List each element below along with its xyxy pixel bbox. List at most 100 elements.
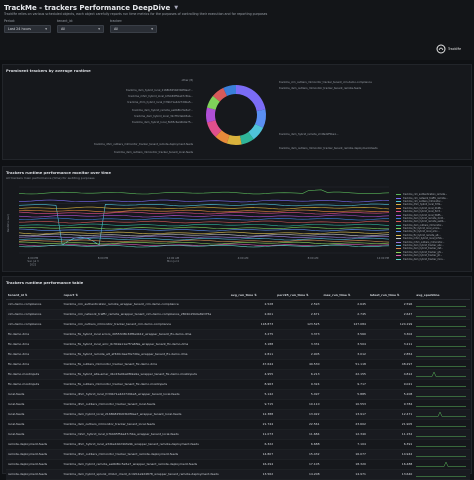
sparkline <box>416 385 467 387</box>
legend-swatch <box>396 228 401 230</box>
series-line[interactable] <box>18 209 390 213</box>
trackme-logo-icon <box>436 44 446 54</box>
table-row[interactable]: fix-demo-mostinputs trackme_fix_outliers_… <box>6 379 470 390</box>
runtime-cell: 10.553 <box>321 399 368 410</box>
series-line[interactable] <box>18 226 389 230</box>
column-header[interactable]: tenant_id ⇅ <box>6 291 62 300</box>
runtime-cell: 3.012 <box>321 349 368 360</box>
table-row[interactable]: cim-demo-compliance trackme_cim_network_t… <box>6 309 470 320</box>
table-row[interactable]: fix-demo-dma trackme_fix_hybrid_local err… <box>6 329 470 340</box>
report-cell: trackme_dhm_outliers_mlmonitor_tracker_t… <box>61 449 229 460</box>
legend-swatch <box>396 221 401 223</box>
table-row[interactable]: remote-deployment-feeds trackme_dsm_hybri… <box>6 469 470 480</box>
page-title[interactable]: TrackMe - trackers Performance DeepDive … <box>4 4 178 12</box>
table-row[interactable]: remote-deployment-feeds trackme_dsm_hybri… <box>6 459 470 470</box>
donut-label: trackme_cim_outliers_mlmonitor_tracker_t… <box>279 81 372 84</box>
table-row[interactable]: remote-deployment-feeds trackme_dhm_hybri… <box>6 439 470 450</box>
legend-item[interactable]: trackme_dsm_hybrid_tracker_mno... <box>396 257 471 261</box>
tenant-cell: fix-demo-mostinputs <box>6 379 62 390</box>
runtime-cell: 16.294 <box>228 459 276 470</box>
column-header[interactable]: perc95_run_time ⇅ <box>275 291 322 300</box>
runtime-cell: 5.497 <box>275 389 322 400</box>
series-line[interactable] <box>18 239 390 243</box>
report-cell: trackme_fix_outliers_mlmonitor_tracker_t… <box>61 379 229 390</box>
sparkline <box>416 345 467 347</box>
table-row[interactable]: remote-deployment-feeds trackme_dhm_outli… <box>6 449 470 460</box>
runtime-cell: 51.118 <box>321 359 368 370</box>
table-row[interactable]: local-feeds trackme_mhm_hybrid_local_b7bb… <box>6 429 470 440</box>
series-line[interactable] <box>18 217 390 221</box>
column-header[interactable]: avg_run_time ⇅ <box>228 291 276 300</box>
table-row[interactable]: local-feeds trackme_dhm_hybrid_local_fc39… <box>6 389 470 400</box>
column-header[interactable]: avg_sparkline <box>414 291 470 300</box>
runtime-line-chart[interactable]: Runtime (sec)4:00 PMSun Jul 320228:00 PM… <box>5 183 393 271</box>
report-cell: trackme_fix_hybrid_local errors_d0553d3b… <box>61 329 229 340</box>
series-line[interactable] <box>19 199 390 203</box>
runtime-cell: 13.917 <box>321 409 368 420</box>
runtime-cell: 2.905 <box>275 349 322 360</box>
tenant-label: tenant_id: <box>57 19 74 23</box>
table-row[interactable]: local-feeds trackme_dhm_outliers_mlmonito… <box>6 399 470 410</box>
sparkline-cell <box>414 339 470 350</box>
donut-label: trackme_dsm_hybrid_remote_2c4fed2f5be1..… <box>279 133 339 136</box>
donut-slice[interactable] <box>236 85 266 112</box>
table-row[interactable]: local-feeds trackme_dsm_hybrid_local_2168… <box>6 409 470 420</box>
runtime-cell: 21.905 <box>367 419 415 430</box>
sparkline-cell <box>414 329 470 340</box>
series-line[interactable] <box>18 228 390 232</box>
donut-label: trackme_dhm_hybrid_local_fc39b71e4d27d9b… <box>127 101 193 104</box>
donut-chart[interactable] <box>196 75 276 155</box>
runtime-cell: 118.873 <box>228 319 276 330</box>
report-cell: trackme_dsm_hybrid_remote_ee0b8bc5e5e7_w… <box>61 459 229 470</box>
table-row[interactable]: fix-demo-dma trackme_fix_outliers_mlmonit… <box>6 359 470 370</box>
sparkline-cell <box>414 379 470 390</box>
x-tick-label: 4:00 AM <box>238 256 249 260</box>
series-line[interactable] <box>18 206 390 210</box>
runtime-cell: 12.471 <box>367 409 415 420</box>
table-row[interactable]: cim-demo-compliance trackme_cim_outliers_… <box>6 319 470 330</box>
column-header[interactable]: report ⇅ <box>61 291 229 300</box>
series-line[interactable] <box>18 244 390 248</box>
table-row[interactable]: fix-demo-dma trackme_fix_hybrid_remote_el… <box>6 349 470 360</box>
runtime-cell: 2.647 <box>367 309 415 320</box>
donut-label: trackme_dsm_outliers_mlmonitor_tracker_t… <box>279 87 362 90</box>
tenant-cell: remote-deployment-feeds <box>6 459 62 470</box>
series-line[interactable] <box>18 233 390 237</box>
series-line[interactable] <box>18 189 390 195</box>
column-header[interactable]: max_run_time ⇅ <box>321 291 368 300</box>
runtime-cell: 2.671 <box>275 309 322 320</box>
series-line[interactable] <box>18 220 390 224</box>
logo-text: TrackMe <box>448 47 462 51</box>
table-row[interactable]: fix-demo-mostinputs trackme_fix_hybrid_al… <box>6 369 470 380</box>
donut-slice[interactable] <box>206 107 216 123</box>
runtime-cell: 5.142 <box>228 389 276 400</box>
tracker-select[interactable]: All ▾ <box>110 25 157 33</box>
series-line[interactable] <box>18 231 390 235</box>
sparkline <box>416 435 467 437</box>
series-line[interactable] <box>18 223 390 227</box>
chevron-down-icon[interactable]: ▼ <box>174 5 178 11</box>
runtime-cell: 123.525 <box>275 319 322 330</box>
period-select[interactable]: Last 24 hours ▾ <box>4 25 51 33</box>
y-axis-label: Runtime (sec) <box>6 214 10 232</box>
table-row[interactable]: fix-demo-dma trackme_fix_hybrid_local_amc… <box>6 339 470 350</box>
table-row[interactable]: local-feeds trackme_dsm_outliers_mlmonito… <box>6 419 470 430</box>
series-line[interactable] <box>18 214 390 218</box>
runtime-cell: 6.213 <box>275 369 322 380</box>
column-header[interactable]: latest_run_time ⇅ <box>367 291 415 300</box>
tenant-cell: cim-demo-compliance <box>6 309 62 320</box>
line-panel-title: Trackers runtime performance monitor ove… <box>6 170 111 175</box>
runtime-cell: 14.942 <box>367 449 415 460</box>
trackme-logo: TrackMe <box>436 44 461 54</box>
tenant-cell: fix-demo-dma <box>6 349 62 360</box>
runtime-cell: 2.811 <box>228 349 276 360</box>
series-line[interactable] <box>18 211 390 215</box>
table-row[interactable]: cim-demo-compliance trackme_cim_authentic… <box>6 299 470 310</box>
tenant-select[interactable]: All ▾ <box>57 25 104 33</box>
runtime-cell: 3.560 <box>321 329 368 340</box>
series-line[interactable] <box>19 241 390 245</box>
report-cell: trackme_dhm_hybrid_local_fc39b71e4d27d9b… <box>61 389 229 400</box>
tenant-cell: local-feeds <box>6 429 62 440</box>
runtime-cell: 6.391 <box>367 439 415 450</box>
runtime-cell: 14.807 <box>228 449 276 460</box>
